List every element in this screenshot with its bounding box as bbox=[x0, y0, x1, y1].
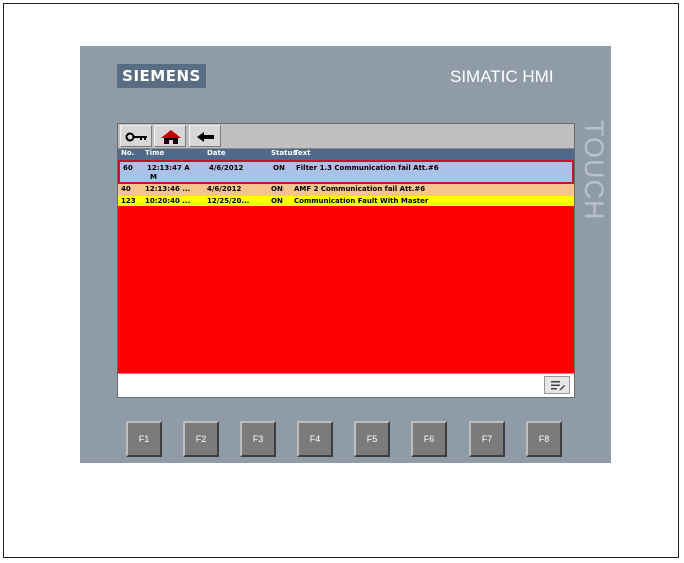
cell-date: 4/6/2012 bbox=[209, 164, 244, 172]
cell-date: 4/6/2012 bbox=[207, 185, 242, 193]
function-key-f6[interactable]: F6 bbox=[411, 421, 447, 457]
toolbar bbox=[118, 124, 574, 149]
hmi-screen: No. Time Date Status Text 60 12:13:47 A … bbox=[117, 123, 575, 398]
back-arrow-icon bbox=[197, 132, 214, 142]
cell-status: ON bbox=[271, 197, 283, 205]
function-key-f8[interactable]: F8 bbox=[526, 421, 562, 457]
cell-status: ON bbox=[273, 164, 285, 172]
cell-time: 12:13:46 ... bbox=[145, 185, 191, 193]
cell-time: 10:20:40 ... bbox=[145, 197, 191, 205]
key-button[interactable] bbox=[120, 125, 152, 147]
table-row[interactable]: 123 10:20:40 ... 12/25/20... ON Communic… bbox=[118, 196, 574, 206]
edit-list-icon bbox=[551, 381, 565, 391]
cell-time: 12:13:47 A bbox=[147, 164, 190, 172]
cell-text: Filter 1.3 Communication fail Att.#6 bbox=[296, 164, 439, 172]
function-key-f7[interactable]: F7 bbox=[469, 421, 505, 457]
cell-no: 123 bbox=[121, 197, 136, 205]
cell-status: ON bbox=[271, 185, 283, 193]
cell-date: 12/25/20... bbox=[207, 197, 250, 205]
function-key-f5[interactable]: F5 bbox=[354, 421, 390, 457]
column-header-text[interactable]: Text bbox=[294, 149, 310, 157]
function-key-f2[interactable]: F2 bbox=[183, 421, 219, 457]
column-header-time[interactable]: Time bbox=[145, 149, 164, 157]
column-header-status[interactable]: Status bbox=[271, 149, 297, 157]
column-header-no[interactable]: No. bbox=[121, 149, 134, 157]
alarm-table: No. Time Date Status Text 60 12:13:47 A … bbox=[118, 149, 574, 206]
home-button[interactable] bbox=[154, 125, 186, 147]
function-key-f1[interactable]: F1 bbox=[126, 421, 162, 457]
back-button[interactable] bbox=[189, 125, 221, 147]
cell-text: AMF 2 Communication fail Att.#6 bbox=[294, 185, 426, 193]
cell-text: Communication Fault With Master bbox=[294, 197, 429, 205]
table-header: No. Time Date Status Text bbox=[118, 149, 574, 160]
bottom-bar bbox=[118, 373, 574, 397]
column-header-date[interactable]: Date bbox=[207, 149, 226, 157]
edit-list-button[interactable] bbox=[544, 376, 570, 394]
cell-no: 40 bbox=[121, 185, 131, 193]
cell-time-wrap: M bbox=[150, 173, 157, 181]
touch-label: TOUCH bbox=[579, 120, 609, 221]
table-row[interactable]: 60 12:13:47 A M 4/6/2012 ON Filter 1.3 C… bbox=[118, 160, 574, 184]
function-key-f4[interactable]: F4 bbox=[297, 421, 333, 457]
siemens-logo: SIEMENS bbox=[117, 64, 206, 88]
table-row[interactable]: 40 12:13:46 ... 4/6/2012 ON AMF 2 Commun… bbox=[118, 184, 574, 196]
home-icon bbox=[161, 130, 181, 144]
cell-no: 60 bbox=[123, 164, 133, 172]
key-icon bbox=[125, 132, 147, 142]
function-key-f3[interactable]: F3 bbox=[240, 421, 276, 457]
model-label: SIMATIC HMI bbox=[450, 67, 554, 86]
